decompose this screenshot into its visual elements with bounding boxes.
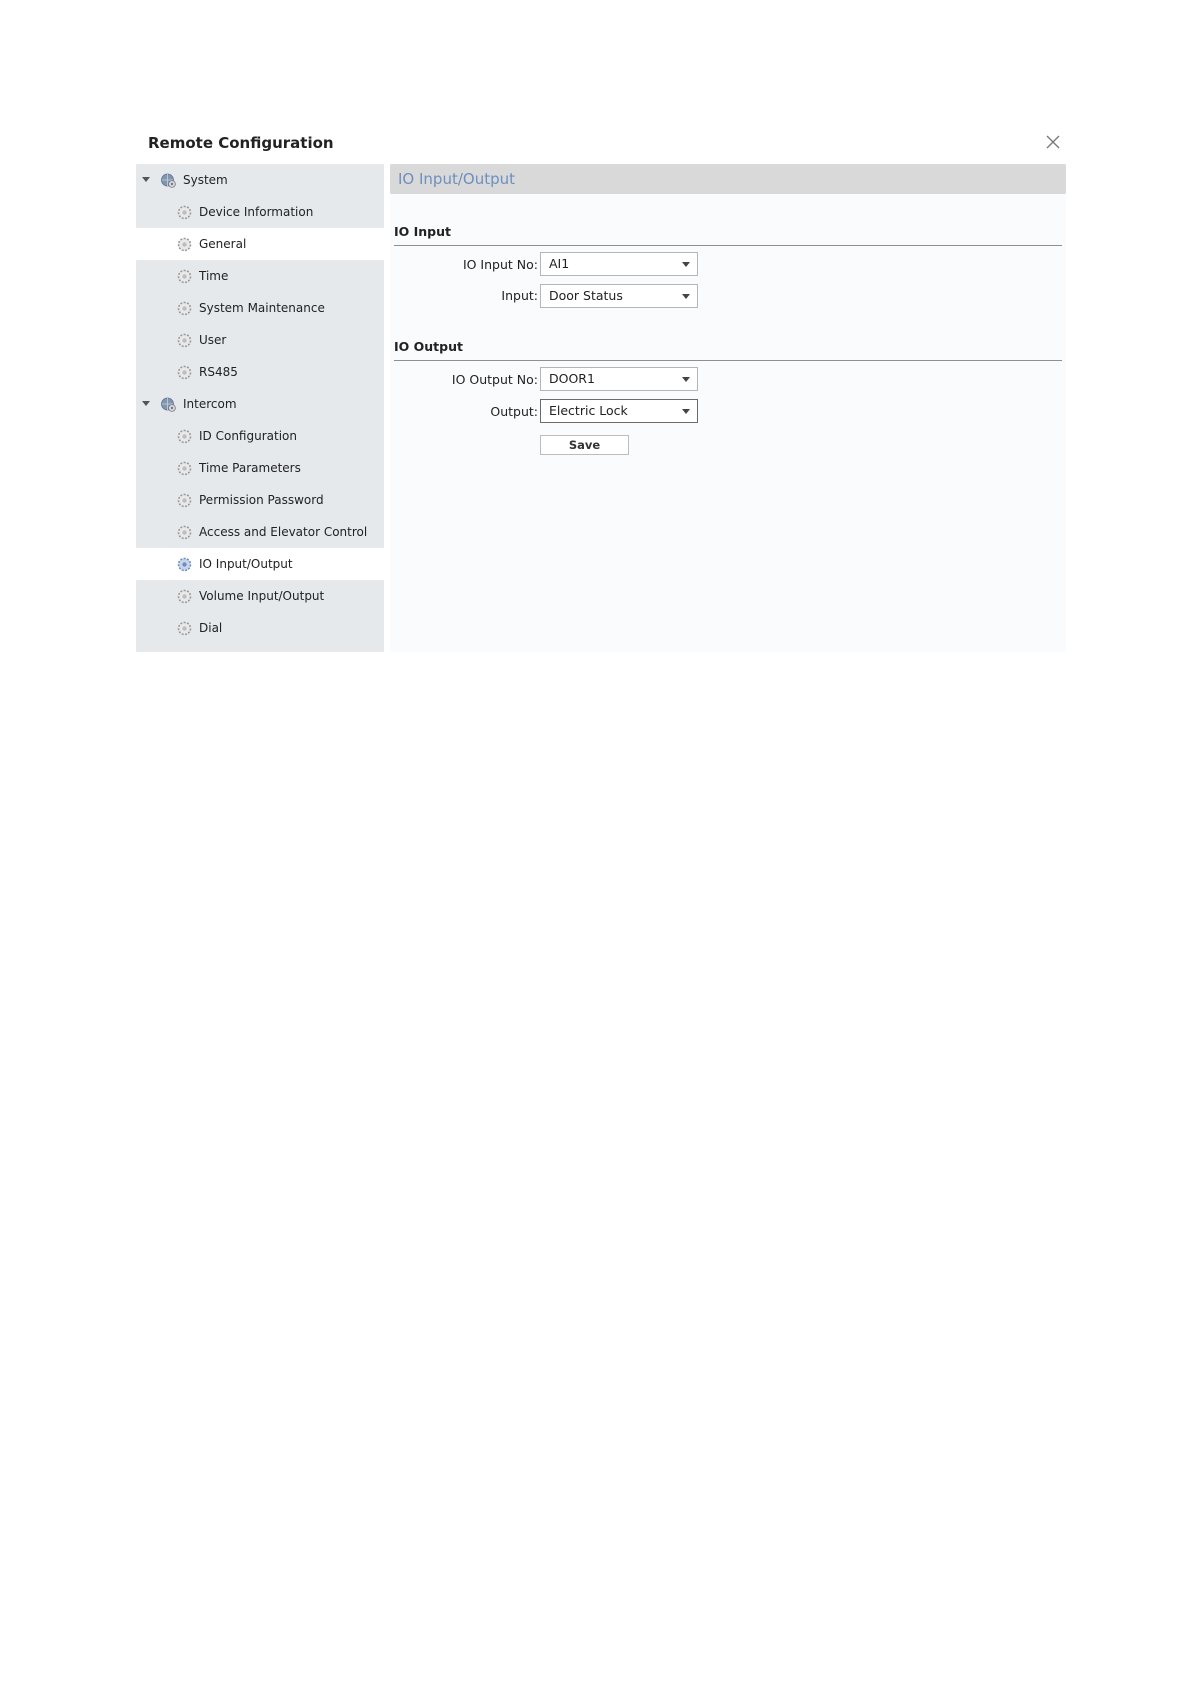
- sidebar-item-time[interactable]: Time: [136, 260, 384, 292]
- tree-group-label: Intercom: [183, 397, 237, 411]
- gear-icon: [177, 269, 192, 284]
- gear-icon: [177, 493, 192, 508]
- sidebar-tree: System Device Information General Time S…: [136, 164, 384, 652]
- sidebar-item-label: User: [199, 333, 227, 347]
- globe-gear-icon: [161, 173, 176, 188]
- sidebar-item-label: Access and Elevator Control: [199, 525, 368, 539]
- io-output-no-label: IO Output No:: [451, 372, 538, 387]
- sidebar-item-label: System Maintenance: [199, 301, 325, 315]
- select-value: Door Status: [549, 288, 623, 303]
- sidebar-item-rs485[interactable]: RS485: [136, 356, 384, 388]
- io-output-no-select[interactable]: DOOR1: [540, 367, 698, 391]
- tree-group-intercom[interactable]: Intercom: [136, 388, 384, 420]
- tree-group-system[interactable]: System: [136, 164, 384, 196]
- globe-gear-icon: [161, 397, 176, 412]
- sidebar-item-time-parameters[interactable]: Time Parameters: [136, 452, 384, 484]
- gear-icon: [177, 589, 192, 604]
- tree-group-label: System: [183, 173, 228, 187]
- save-button[interactable]: Save: [540, 435, 629, 455]
- sidebar-item-system-maintenance[interactable]: System Maintenance: [136, 292, 384, 324]
- sidebar-item-general[interactable]: General: [136, 228, 384, 260]
- section-divider: [394, 360, 1062, 361]
- gear-icon: [177, 301, 192, 316]
- gear-icon: [177, 205, 192, 220]
- gear-icon: [177, 621, 192, 636]
- gear-icon: [177, 461, 192, 476]
- sidebar-item-access-elevator-control[interactable]: Access and Elevator Control: [136, 516, 384, 548]
- dropdown-arrow-icon[interactable]: [682, 262, 690, 267]
- sidebar-item-permission-password[interactable]: Permission Password: [136, 484, 384, 516]
- dropdown-arrow-icon[interactable]: [682, 294, 690, 299]
- sidebar-item-label: Dial: [199, 621, 223, 635]
- select-value: Electric Lock: [549, 403, 628, 418]
- sidebar-item-volume-input-output[interactable]: Volume Input/Output: [136, 580, 384, 612]
- sidebar-item-label: IO Input/Output: [199, 557, 293, 571]
- section-title-io-input: IO Input: [394, 224, 452, 239]
- remote-configuration-dialog: Remote Configuration System Device Infor…: [136, 128, 1066, 652]
- gear-icon: [177, 525, 192, 540]
- sidebar-item-device-information[interactable]: Device Information: [136, 196, 384, 228]
- sidebar-item-io-input-output[interactable]: IO Input/Output: [136, 548, 384, 580]
- sidebar-item-dial[interactable]: Dial: [136, 612, 384, 644]
- select-value: DOOR1: [549, 371, 595, 386]
- gear-icon: [177, 237, 192, 252]
- sidebar-item-label: Volume Input/Output: [199, 589, 325, 603]
- dropdown-arrow-icon[interactable]: [682, 409, 690, 414]
- close-icon[interactable]: [1044, 133, 1062, 151]
- sidebar-item-label: Device Information: [199, 205, 314, 219]
- sidebar-item-label: RS485: [199, 365, 238, 379]
- sidebar-item-user[interactable]: User: [136, 324, 384, 356]
- sidebar-item-label: Time Parameters: [199, 461, 301, 475]
- dialog-title: Remote Configuration: [148, 134, 334, 152]
- sidebar-item-label: Permission Password: [199, 493, 324, 507]
- select-value: AI1: [549, 256, 570, 271]
- input-type-label: Input:: [501, 288, 538, 303]
- sidebar-item-label: ID Configuration: [199, 429, 297, 443]
- expand-caret-icon[interactable]: [142, 177, 150, 182]
- sidebar-item-label: Time: [199, 269, 229, 283]
- io-input-no-label: IO Input No:: [462, 257, 538, 272]
- io-input-no-select[interactable]: AI1: [540, 252, 698, 276]
- input-type-select[interactable]: Door Status: [540, 284, 698, 308]
- sidebar-item-label: General: [199, 237, 247, 251]
- section-title-io-output: IO Output: [394, 339, 463, 354]
- main-content: IO Input/Output IO Input IO Input No: AI…: [390, 164, 1066, 652]
- gear-icon: [177, 365, 192, 380]
- sidebar-item-id-configuration[interactable]: ID Configuration: [136, 420, 384, 452]
- gear-icon: [177, 333, 192, 348]
- gear-icon: [177, 557, 192, 572]
- expand-caret-icon[interactable]: [142, 401, 150, 406]
- page-title: IO Input/Output: [390, 164, 1066, 194]
- dropdown-arrow-icon[interactable]: [682, 377, 690, 382]
- gear-icon: [177, 429, 192, 444]
- output-type-label: Output:: [490, 404, 538, 419]
- section-divider: [394, 245, 1062, 246]
- output-type-select[interactable]: Electric Lock: [540, 399, 698, 423]
